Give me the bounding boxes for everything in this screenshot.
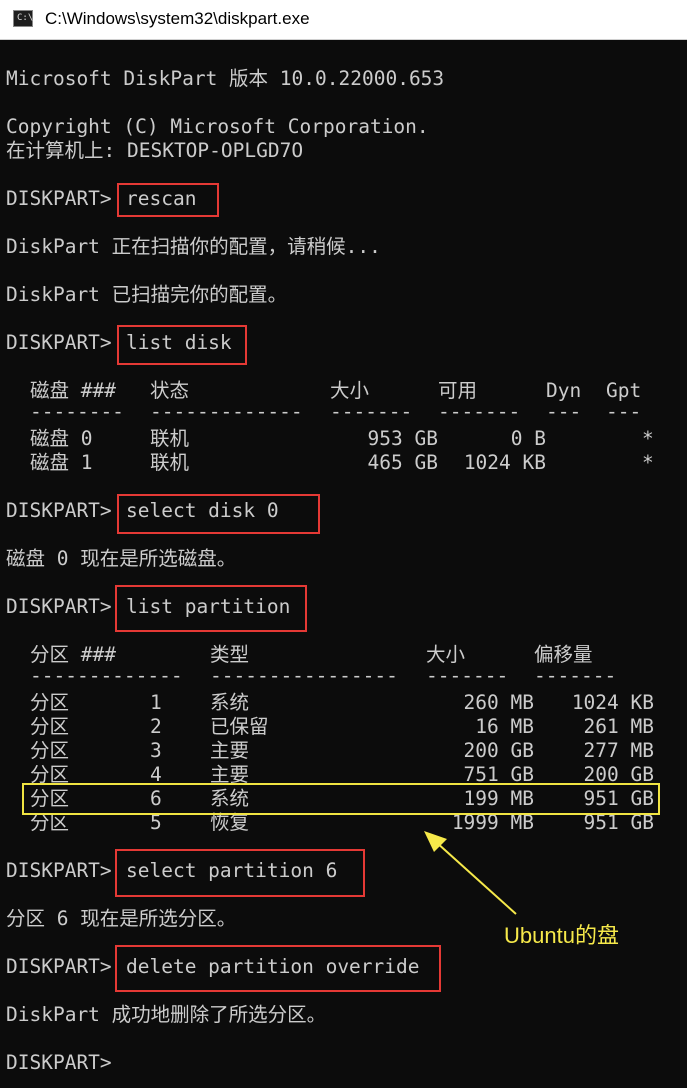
- annotation-label: Ubuntu的盘: [504, 923, 619, 948]
